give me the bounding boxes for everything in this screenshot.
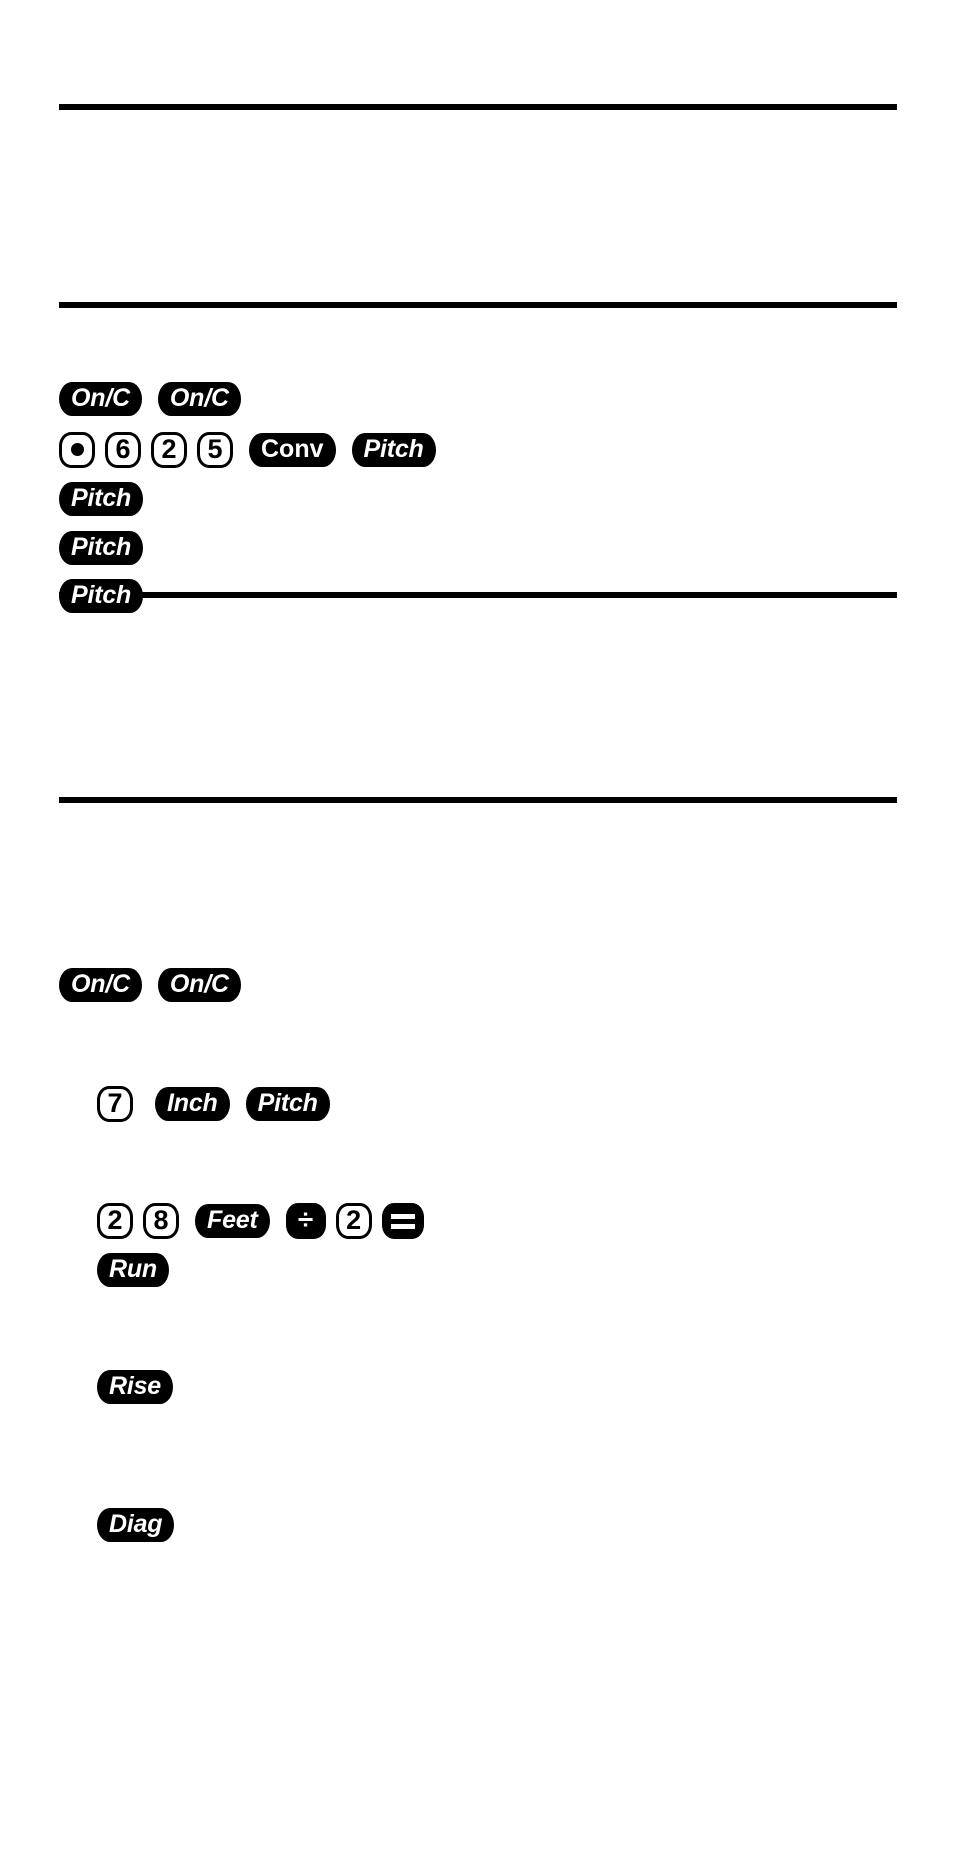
keystroke-row-2-1: On/C On/C bbox=[59, 968, 241, 1002]
key-digit-6[interactable]: 6 bbox=[105, 432, 141, 468]
equals-icon-bar-bottom bbox=[390, 1223, 415, 1229]
keystroke-row-2-6: Diag bbox=[97, 1508, 175, 1542]
key-rise[interactable]: Rise bbox=[97, 1370, 174, 1404]
equals-icon-bar-top bbox=[390, 1213, 415, 1219]
rule-section-1 bbox=[59, 302, 897, 308]
keystroke-row-2-3: 2 8 Feet ÷ 2 bbox=[97, 1203, 424, 1239]
key-run[interactable]: Run bbox=[97, 1253, 169, 1287]
key-pitch[interactable]: Pitch bbox=[59, 482, 144, 516]
keystroke-row-1-3: Pitch bbox=[59, 482, 144, 516]
rule-section-2 bbox=[59, 592, 897, 598]
key-divide[interactable]: ÷ bbox=[285, 1203, 326, 1239]
document-page: On/C On/C 6 2 5 Conv Pitch Pitch Pitch P… bbox=[0, 0, 954, 1860]
keystroke-row-1-2: 6 2 5 Conv Pitch bbox=[59, 432, 436, 468]
keystroke-row-2-5: Rise bbox=[97, 1370, 174, 1404]
key-on-c[interactable]: On/C bbox=[59, 382, 142, 416]
key-inch[interactable]: Inch bbox=[155, 1087, 230, 1121]
key-digit-8[interactable]: 8 bbox=[143, 1203, 179, 1239]
key-digit-2[interactable]: 2 bbox=[97, 1203, 133, 1239]
keystroke-row-1-5: Pitch bbox=[59, 579, 144, 613]
key-conv[interactable]: Conv bbox=[249, 433, 336, 467]
key-equals[interactable] bbox=[381, 1203, 424, 1239]
key-diag[interactable]: Diag bbox=[97, 1508, 175, 1542]
keystroke-row-1-4: Pitch bbox=[59, 531, 144, 565]
keystroke-row-1-1: On/C On/C bbox=[59, 382, 241, 416]
key-on-c[interactable]: On/C bbox=[59, 968, 142, 1002]
keystroke-row-2-4: Run bbox=[97, 1253, 169, 1287]
key-on-c[interactable]: On/C bbox=[157, 968, 241, 1002]
key-feet[interactable]: Feet bbox=[195, 1204, 270, 1238]
key-pitch[interactable]: Pitch bbox=[245, 1087, 330, 1121]
key-decimal-point[interactable] bbox=[59, 432, 95, 468]
rule-top bbox=[59, 104, 897, 110]
decimal-point-icon bbox=[70, 442, 84, 456]
key-pitch[interactable]: Pitch bbox=[59, 531, 144, 565]
key-digit-5[interactable]: 5 bbox=[197, 432, 233, 468]
key-pitch[interactable]: Pitch bbox=[351, 433, 436, 467]
key-on-c[interactable]: On/C bbox=[157, 382, 241, 416]
key-pitch[interactable]: Pitch bbox=[59, 579, 144, 613]
rule-section-3 bbox=[59, 797, 897, 803]
key-digit-7[interactable]: 7 bbox=[97, 1086, 133, 1122]
keystroke-row-2-2: 7 Inch Pitch bbox=[97, 1086, 330, 1122]
key-digit-2[interactable]: 2 bbox=[335, 1203, 372, 1239]
key-digit-2[interactable]: 2 bbox=[151, 432, 187, 468]
